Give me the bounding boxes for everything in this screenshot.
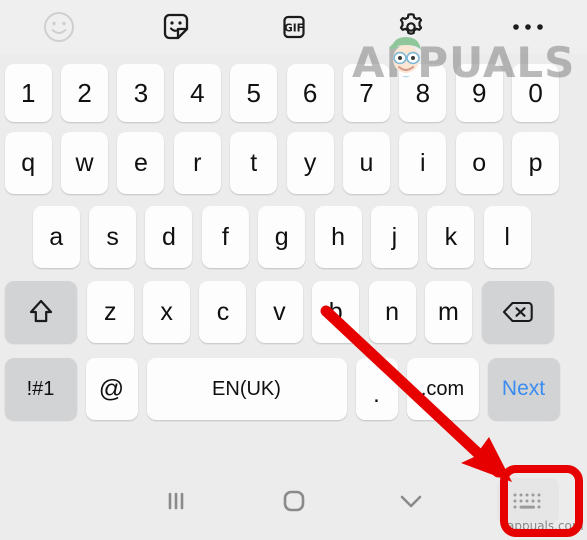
key-w[interactable]: w [61, 132, 109, 194]
at-key[interactable]: @ [85, 358, 138, 420]
key-b[interactable]: b [312, 281, 360, 343]
key-l[interactable]: l [483, 206, 531, 268]
shift-arrow-icon [29, 299, 53, 323]
emoji-button[interactable] [0, 0, 117, 54]
sticker-icon [163, 13, 189, 40]
gif-icon: GIF [282, 15, 305, 39]
svg-text:GIF: GIF [284, 23, 304, 35]
key-d[interactable]: d [145, 206, 193, 268]
period-glyph: . [373, 381, 380, 408]
sticker-button[interactable] [117, 0, 234, 54]
key-v[interactable]: v [255, 281, 303, 343]
backspace-key[interactable] [481, 281, 554, 343]
phone-screen: GIF 1 2 3 4 5 6 7 8 9 0 q w e r t y u i … [0, 0, 587, 540]
key-t[interactable]: t [230, 132, 278, 194]
home-icon [283, 490, 304, 512]
watermark-mascot-icon [390, 37, 421, 78]
key-y[interactable]: y [286, 132, 334, 194]
keyboard-switch-button[interactable] [497, 478, 560, 524]
key-n[interactable]: n [368, 281, 416, 343]
chevron-down-icon [400, 495, 422, 508]
shift-key[interactable] [5, 281, 77, 343]
watermark-footer: appuals.com [507, 519, 584, 533]
dotcom-key[interactable]: .com [406, 358, 479, 420]
key-4[interactable]: 4 [173, 64, 221, 122]
period-key[interactable]: . [355, 358, 398, 420]
key-x[interactable]: x [143, 281, 191, 343]
keyboard-panel: 1 2 3 4 5 6 7 8 9 0 q w e r t y u i o p … [0, 54, 587, 462]
key-i[interactable]: i [399, 132, 447, 194]
key-r[interactable]: r [173, 132, 221, 194]
keyboard-row-top: q w e r t y u i o p [0, 126, 587, 200]
more-options-icon [513, 24, 544, 30]
key-u[interactable]: u [342, 132, 390, 194]
key-c[interactable]: c [199, 281, 247, 343]
key-s[interactable]: s [89, 206, 137, 268]
key-g[interactable]: g [258, 206, 306, 268]
keyboard-row-function: !#1 @ EN(UK) . .com Next [0, 350, 587, 428]
system-navigation-bar [0, 462, 587, 540]
key-5[interactable]: 5 [230, 64, 278, 122]
key-1[interactable]: 1 [4, 64, 52, 122]
key-j[interactable]: j [370, 206, 418, 268]
key-e[interactable]: e [117, 132, 165, 194]
key-o[interactable]: o [455, 132, 503, 194]
key-a[interactable]: a [32, 206, 80, 268]
hide-keyboard-button[interactable] [352, 462, 469, 540]
next-key[interactable]: Next [487, 358, 560, 420]
key-m[interactable]: m [424, 281, 472, 343]
key-2[interactable]: 2 [61, 64, 109, 122]
key-f[interactable]: f [201, 206, 249, 268]
recent-apps-button[interactable] [117, 462, 234, 540]
home-button[interactable] [235, 462, 352, 540]
key-3[interactable]: 3 [117, 64, 165, 122]
key-k[interactable]: k [427, 206, 475, 268]
gif-button[interactable]: GIF [235, 0, 352, 54]
recent-apps-icon [168, 492, 184, 510]
keyboard-row-bottom: z x c v b n m [0, 274, 587, 350]
key-q[interactable]: q [4, 132, 52, 194]
key-6[interactable]: 6 [286, 64, 334, 122]
symbols-key[interactable]: !#1 [4, 358, 77, 420]
key-z[interactable]: z [86, 281, 134, 343]
space-key[interactable]: EN(UK) [146, 358, 347, 420]
key-p[interactable]: p [512, 132, 560, 194]
backspace-icon [502, 301, 533, 323]
key-h[interactable]: h [314, 206, 362, 268]
keyboard-row-home: a s d f g h j k l [0, 200, 587, 274]
emoji-icon [43, 12, 74, 42]
keyboard-icon [513, 493, 541, 509]
